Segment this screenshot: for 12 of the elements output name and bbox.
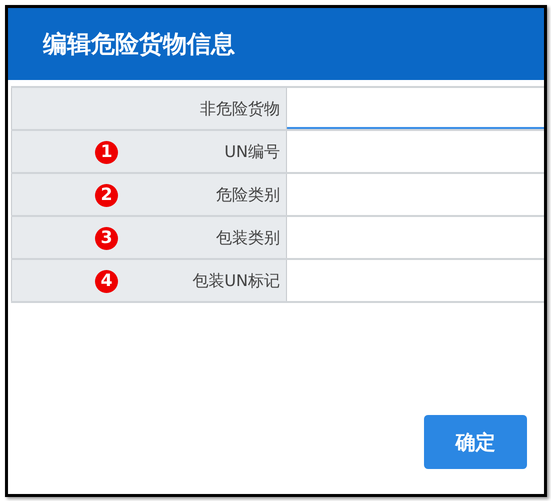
number-badge: 4 (95, 270, 118, 293)
field-label: 危险类别 (216, 184, 280, 206)
number-badge: 2 (95, 184, 118, 207)
number-badge: 3 (95, 227, 118, 250)
dialog-title: 编辑危险货物信息 (43, 29, 235, 60)
field-label: UN编号 (224, 140, 280, 162)
input-field[interactable] (287, 88, 544, 129)
number-badge: 1 (95, 141, 118, 164)
confirm-button[interactable]: 确定 (424, 415, 527, 469)
field-label: 包装类别 (216, 226, 280, 248)
field-label: 非危险货物 (200, 98, 280, 120)
field-label: 包装UN标记 (192, 270, 280, 292)
